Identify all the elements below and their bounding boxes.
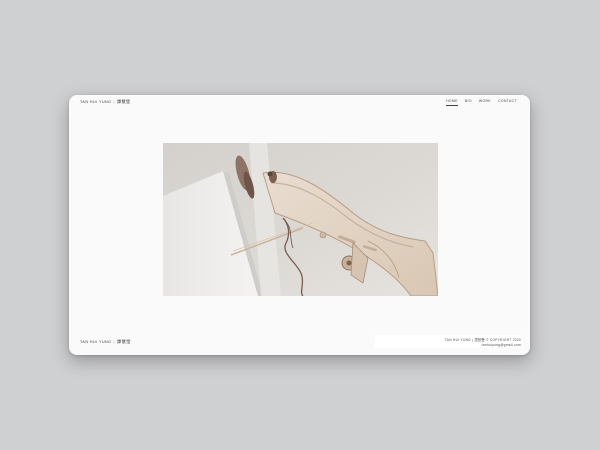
brand-separator: | (113, 100, 115, 104)
footer-brand: TAN HUI YUNG | 譚慧瑩 (80, 339, 131, 345)
footer-brand-separator: | (113, 340, 115, 344)
copyright-text: TAN HUI YUNG | 譚慧瑩 © COPYRIGHT 2020 (444, 338, 521, 342)
footer-brand-cjk-name: 譚慧瑩 (116, 339, 131, 344)
nav-contact[interactable]: CONTACT (498, 99, 517, 103)
site-logo[interactable]: TAN HUI YUNG | 譚慧瑩 (80, 99, 130, 105)
nav-bio[interactable]: BIO (465, 99, 472, 103)
browser-window: TAN HUI YUNG|譚慧瑩 HOME BIO WORK CONTACT (69, 95, 530, 355)
nav-work[interactable]: WORK (479, 99, 491, 103)
brand-cjk-name: 譚慧瑩 (116, 99, 131, 104)
nav-home[interactable]: HOME (446, 99, 458, 105)
main-nav: HOME BIO WORK CONTACT (446, 99, 517, 105)
brand-name: TAN HUI YUNG (80, 100, 112, 104)
sculpture-photo (163, 143, 438, 296)
email-link[interactable]: tanhuiyung@gmail.com (482, 343, 521, 347)
footer-brand-name: TAN HUI YUNG (80, 340, 112, 344)
hero-image (163, 143, 438, 296)
site-header: TAN HUI YUNG | 譚慧瑩 HOME BIO WORK CONTACT (69, 95, 530, 113)
